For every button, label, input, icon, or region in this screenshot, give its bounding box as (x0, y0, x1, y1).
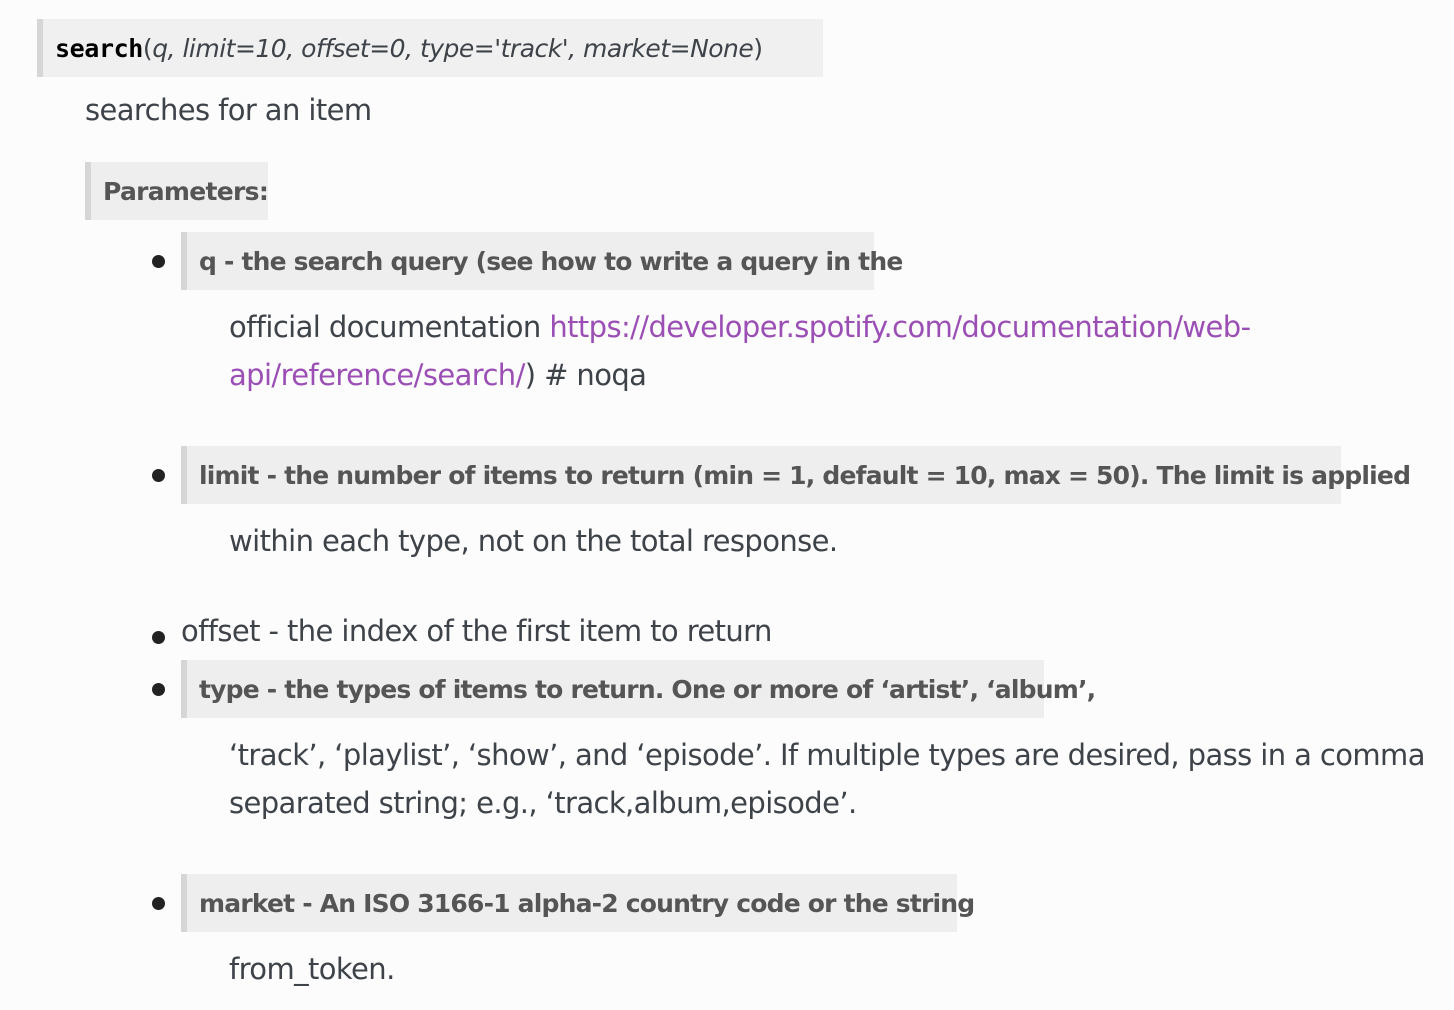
function-args: q, limit=10, offset=0, type='track', mar… (152, 33, 754, 63)
function-signature: search(q, limit=10, offset=0, type='trac… (37, 19, 823, 77)
param-q-text: official documentation (229, 310, 550, 344)
doc-link-part2[interactable]: api/reference/search/ (229, 358, 525, 392)
param-q-line2: api/reference/search/) # noqa (229, 351, 1250, 399)
param-offset: offset - the index of the first item to … (181, 614, 772, 648)
param-q-term: q - the search query (see how to write a… (181, 232, 903, 290)
param-q-tail: ) # noqa (524, 358, 647, 392)
param-limit-description: within each type, not on the total respo… (229, 524, 838, 558)
param-market-description: from_token. (229, 952, 395, 986)
open-paren: ( (142, 33, 153, 63)
bullet-market (152, 897, 165, 910)
param-q-line1: official documentation https://developer… (229, 303, 1251, 351)
param-limit-term: limit - the number of items to return (m… (181, 446, 1411, 504)
param-type-description: ‘track’, ‘playlist’, ‘show’, and ‘episod… (229, 731, 1425, 827)
function-description: searches for an item (85, 93, 372, 127)
param-type-line1: ‘track’, ‘playlist’, ‘show’, and ‘episod… (229, 738, 1425, 772)
doc-link-part1[interactable]: https://developer.spotify.com/documentat… (549, 310, 1251, 344)
close-paren: ) (753, 33, 763, 63)
bullet-type (152, 683, 165, 696)
bullet-q (152, 255, 165, 268)
bullet-offset (152, 631, 165, 644)
param-type-line2: separated string; e.g., ‘track,album,epi… (229, 786, 857, 820)
function-name: search (55, 33, 143, 63)
param-q-description: official documentation https://developer… (229, 303, 1251, 399)
parameters-heading: Parameters: (85, 162, 269, 220)
param-market-term: market - An ISO 3166-1 alpha-2 country c… (181, 874, 975, 932)
bullet-limit (152, 469, 165, 482)
param-type-term: type - the types of items to return. One… (181, 660, 1096, 718)
